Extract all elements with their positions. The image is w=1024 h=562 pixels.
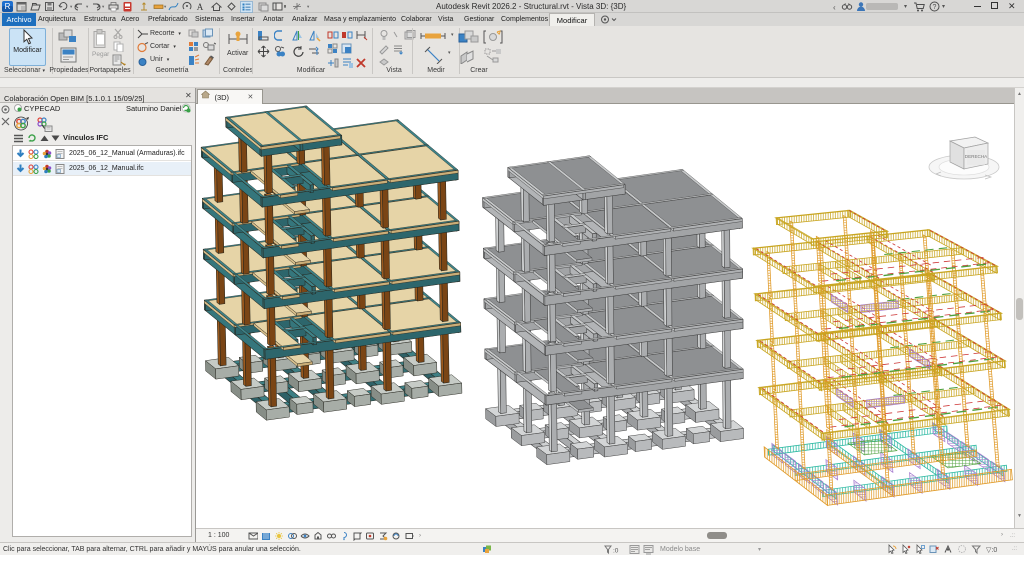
svg-text:?: ? (933, 4, 937, 11)
svg-text::0: :0 (613, 548, 619, 555)
svg-text:R: R (5, 2, 11, 11)
svg-text:A: A (197, 2, 204, 12)
svg-text:DERECHA: DERECHA (965, 154, 988, 159)
